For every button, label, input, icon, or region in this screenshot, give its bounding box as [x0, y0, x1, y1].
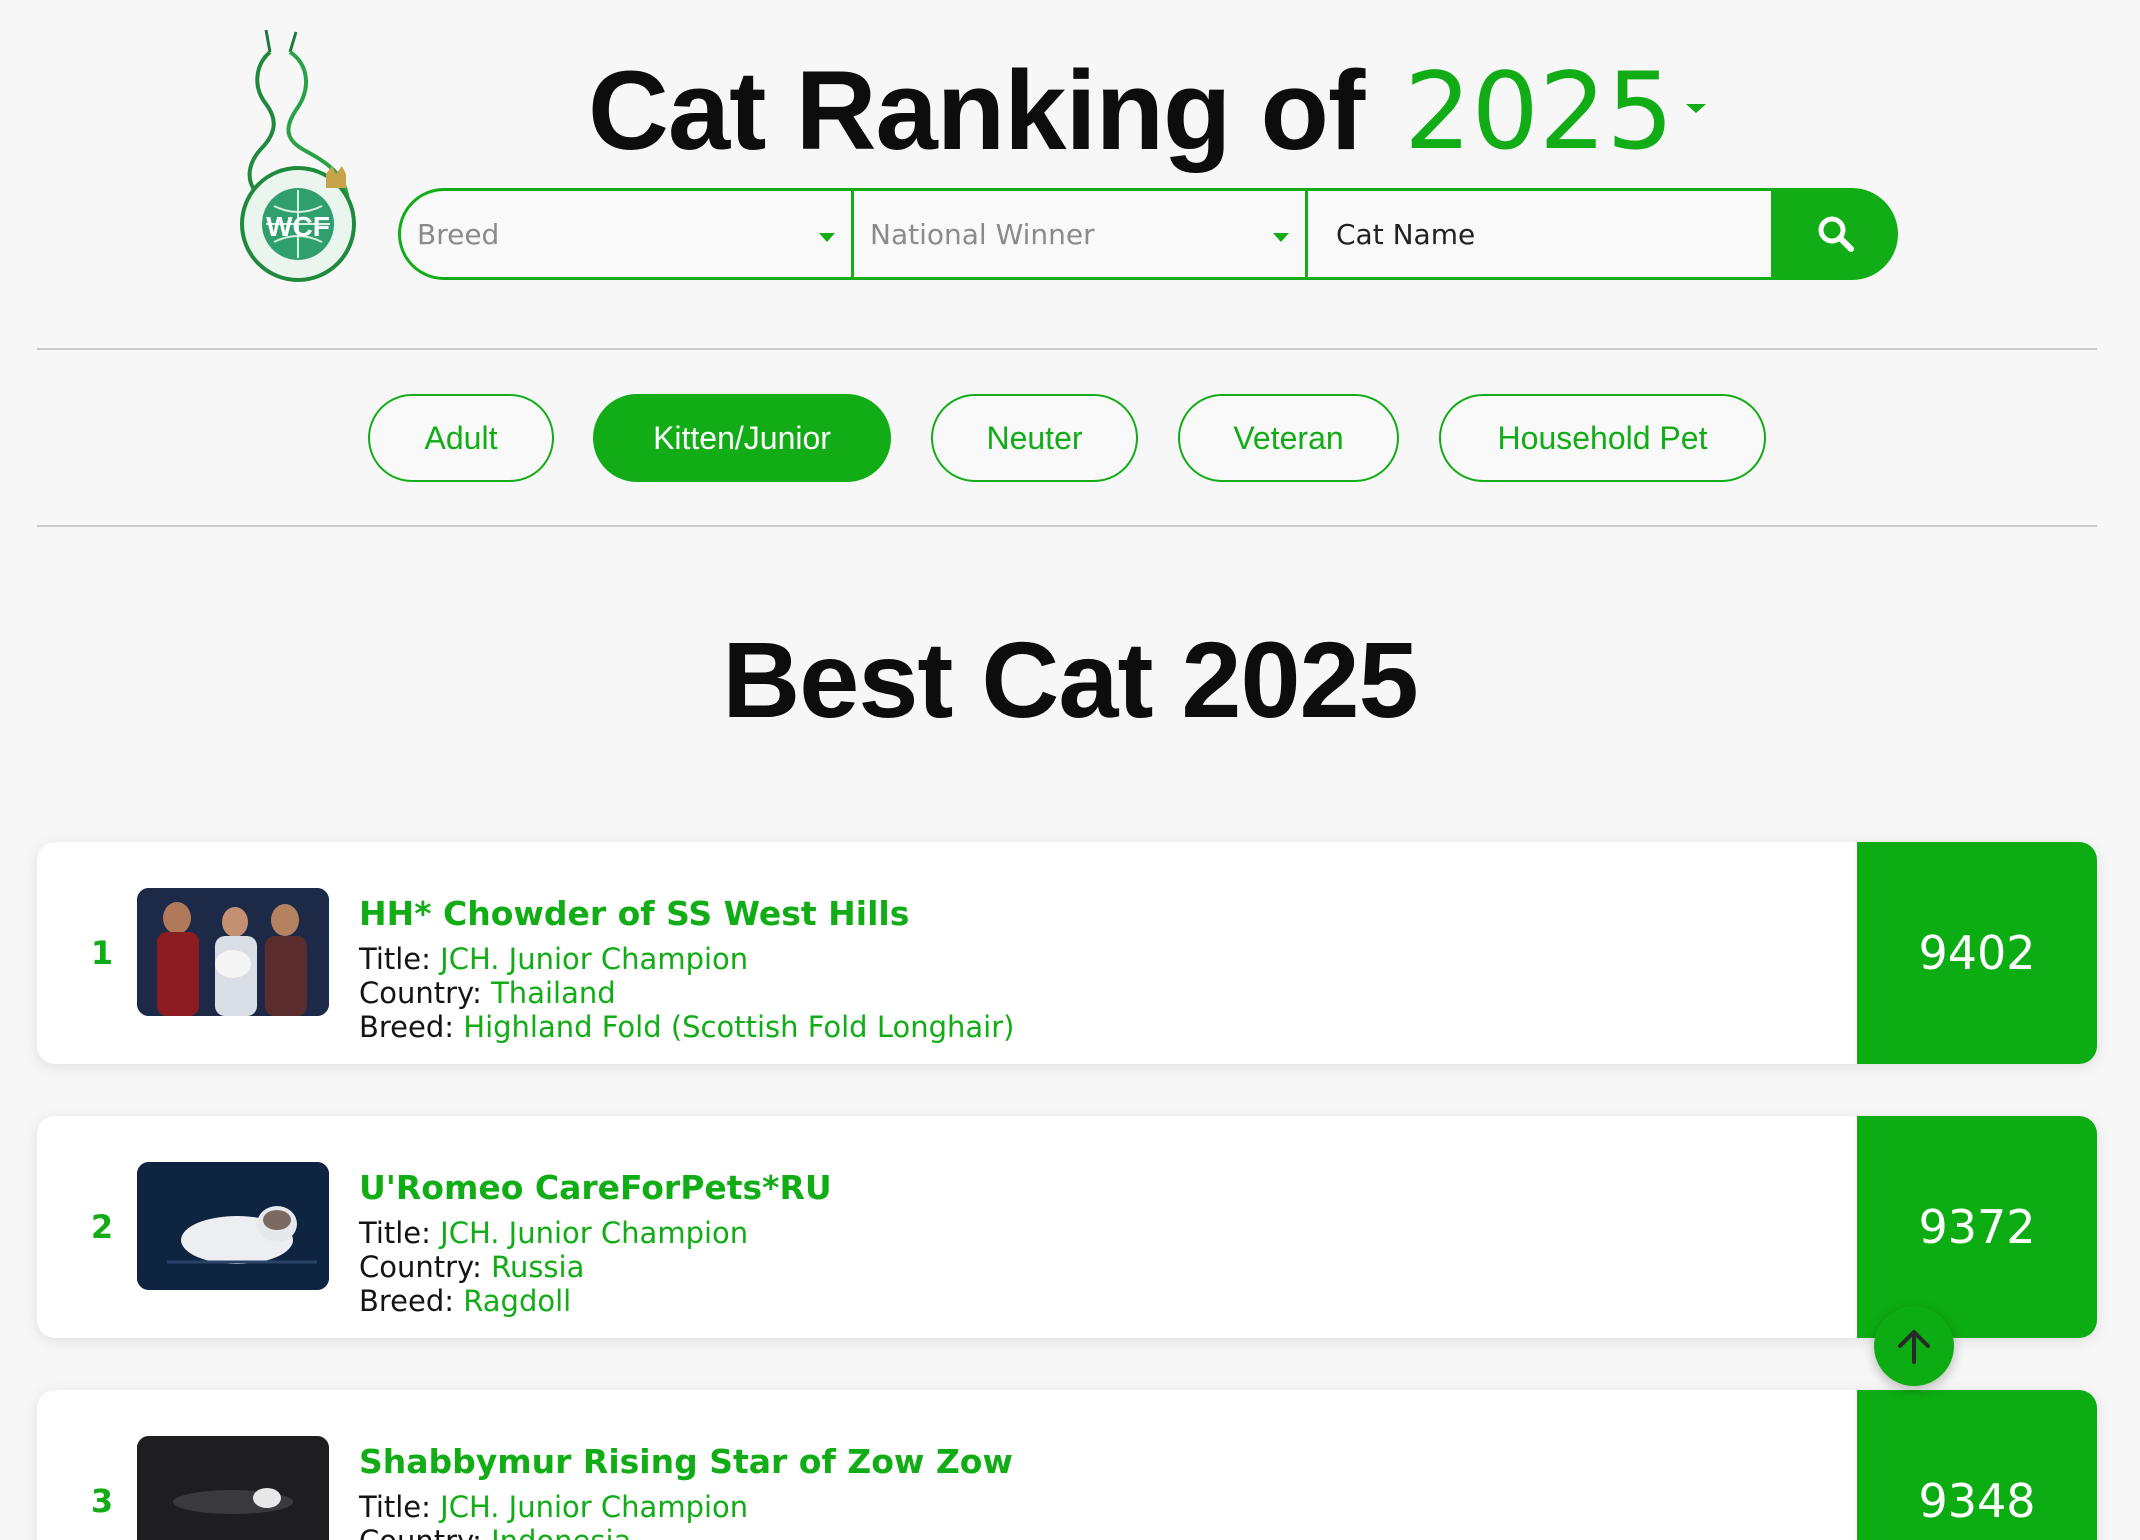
breed-select[interactable]: Breed	[398, 188, 854, 280]
cat-title: JCH. Junior Champion	[440, 1490, 749, 1524]
search-button[interactable]	[1774, 188, 1898, 280]
rank-number: 2	[90, 1208, 114, 1246]
cat-name[interactable]: U'Romeo CareForPets*RU	[359, 1168, 832, 1207]
cat-photo[interactable]	[137, 1436, 329, 1540]
cat-title: JCH. Junior Champion	[440, 1216, 749, 1250]
divider	[37, 348, 2097, 350]
search-bar: Breed National Winner	[398, 188, 1898, 280]
caret-down-icon	[1685, 103, 1706, 113]
tab-kitten-junior[interactable]: Kitten/Junior	[593, 394, 891, 482]
cat-details: Title: JCH. Junior Champion Country: Tha…	[359, 942, 1014, 1044]
ranking-card[interactable]: 1 HH* Chowder of SS West Hills Title: JC…	[37, 842, 2097, 1064]
cat-photo[interactable]	[137, 888, 329, 1016]
title-label: Title:	[359, 942, 431, 976]
ranking-card[interactable]: 3 Shabbymur Rising Star of Zow Zow Title…	[37, 1390, 2097, 1540]
score-badge: 9372	[1857, 1116, 2097, 1338]
cat-name[interactable]: HH* Chowder of SS West Hills	[359, 894, 909, 933]
country-label: Country:	[359, 976, 482, 1010]
tab-adult[interactable]: Adult	[368, 394, 554, 482]
national-winner-select[interactable]: National Winner	[854, 188, 1308, 280]
caret-down-icon	[819, 233, 835, 242]
score-badge: 9402	[1857, 842, 2097, 1064]
wcf-logo[interactable]: WCF	[226, 24, 370, 286]
tab-neuter[interactable]: Neuter	[931, 394, 1138, 482]
cat-name-input[interactable]	[1308, 188, 1774, 280]
tab-label: Adult	[424, 419, 498, 456]
cat-country: Thailand	[491, 976, 616, 1010]
country-label: Country:	[359, 1524, 482, 1540]
year-select[interactable]: 2025	[1404, 52, 1706, 172]
logo-text: WCF	[266, 211, 330, 242]
section-title: Best Cat 2025	[722, 619, 1418, 740]
cat-title: JCH. Junior Champion	[440, 942, 749, 976]
cat-photo[interactable]	[137, 1162, 329, 1290]
tab-label: Household Pet	[1497, 419, 1708, 456]
divider	[37, 525, 2097, 527]
cat-country: Russia	[491, 1250, 585, 1284]
cat-name[interactable]: Shabbymur Rising Star of Zow Zow	[359, 1442, 1013, 1481]
title-label: Title:	[359, 1490, 431, 1524]
breed-select-label: Breed	[417, 217, 500, 251]
breed-label: Breed:	[359, 1010, 455, 1044]
tab-label: Neuter	[986, 419, 1083, 456]
back-to-top-button[interactable]	[1874, 1306, 1954, 1386]
year-value: 2025	[1404, 50, 1674, 173]
national-winner-select-label: National Winner	[870, 217, 1095, 251]
ranking-card[interactable]: 2 U'Romeo CareForPets*RU Title: JCH. Jun…	[37, 1116, 2097, 1338]
tab-veteran[interactable]: Veteran	[1178, 394, 1399, 482]
tab-household-pet[interactable]: Household Pet	[1439, 394, 1766, 482]
tab-label: Veteran	[1233, 419, 1344, 456]
page: WCF Cat Ranking of 2025 Breed National W…	[0, 0, 2140, 1540]
rank-number: 1	[90, 934, 114, 972]
rank-number: 3	[90, 1482, 114, 1520]
cat-breed: Highland Fold (Scottish Fold Longhair)	[463, 1010, 1015, 1044]
arrow-up-icon	[1898, 1330, 1930, 1364]
tab-label: Kitten/Junior	[653, 419, 831, 456]
search-icon	[1818, 216, 1854, 252]
title-label: Title:	[359, 1216, 431, 1250]
breed-label: Breed:	[359, 1284, 455, 1318]
score-badge: 9348	[1857, 1390, 2097, 1540]
page-title: Cat Ranking of	[588, 48, 1365, 173]
country-label: Country:	[359, 1250, 482, 1284]
cat-details: Title: JCH. Junior Champion Country: Ind…	[359, 1490, 748, 1540]
caret-down-icon	[1273, 233, 1289, 242]
cat-details: Title: JCH. Junior Champion Country: Rus…	[359, 1216, 748, 1318]
cat-country: Indonesia	[491, 1524, 631, 1540]
cat-breed: Ragdoll	[463, 1284, 572, 1318]
